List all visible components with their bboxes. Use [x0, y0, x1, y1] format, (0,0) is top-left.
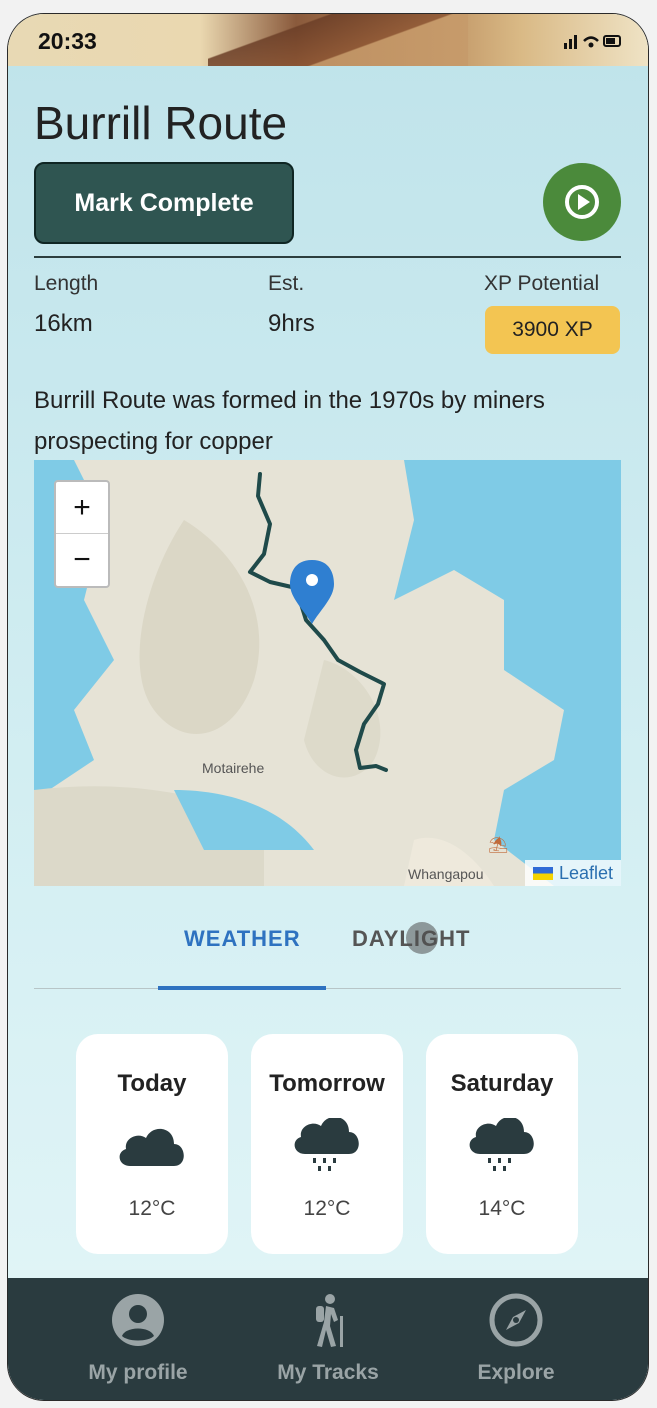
nav-my-tracks[interactable]: My Tracks	[228, 1292, 428, 1385]
weather-card-tomorrow: Tomorrow 12°C	[251, 1034, 403, 1254]
leaflet-link[interactable]: Leaflet	[559, 863, 613, 884]
compass-icon	[489, 1293, 543, 1347]
hiker-icon	[316, 1294, 343, 1347]
weather-day: Today	[117, 1070, 187, 1097]
nav-label: My Tracks	[277, 1361, 379, 1384]
weather-day: Saturday	[450, 1070, 554, 1097]
rain-cloud-icon	[469, 1116, 534, 1171]
status-time: 20:33	[38, 28, 97, 54]
zoom-control: + −	[54, 480, 110, 588]
length-label: Length	[34, 272, 99, 295]
signal-wifi-battery-icon	[564, 35, 621, 49]
est-value: 9hrs	[268, 310, 315, 337]
svg-text:⛱: ⛱	[488, 836, 508, 854]
nav-my-profile[interactable]: My profile	[38, 1292, 238, 1385]
start-route-button[interactable]	[543, 163, 621, 241]
zoom-in-button[interactable]: +	[56, 482, 108, 534]
touch-indicator	[406, 922, 438, 954]
rain-cloud-icon	[294, 1116, 359, 1171]
page-title: Burrill Route	[34, 97, 288, 149]
play-icon	[565, 185, 599, 219]
mark-complete-button[interactable]: Mark Complete	[34, 162, 294, 244]
nav-label: Explore	[477, 1361, 555, 1384]
tab-divider	[34, 988, 621, 989]
est-label: Est.	[268, 272, 305, 295]
weather-day: Tomorrow	[269, 1070, 385, 1097]
weather-temp: 14°C	[478, 1197, 526, 1220]
phone-screen: 20:33 Burrill Route Mark Complete Length…	[8, 14, 648, 1400]
length-value: 16km	[34, 310, 93, 337]
xp-badge: 3900 XP	[485, 306, 620, 354]
status-bar: 20:33	[8, 14, 648, 66]
active-tab-indicator	[158, 986, 326, 990]
route-map[interactable]: ⛱ + − Motairehe Whangapou Leaflet	[34, 460, 621, 886]
tab-bar: WEATHER DAYLIGHT	[34, 922, 621, 996]
divider	[34, 256, 621, 258]
tab-weather[interactable]: WEATHER	[184, 926, 301, 952]
nav-label: My profile	[88, 1361, 188, 1384]
route-description: Burrill Route was formed in the 1970s by…	[34, 387, 545, 455]
bottom-nav: My profile My Tracks Explore	[8, 1278, 648, 1400]
cloud-icon	[119, 1128, 184, 1166]
status-icons	[564, 31, 624, 56]
map-label-whangapoua: Whangapou	[408, 866, 484, 882]
map-label-motairehe: Motairehe	[202, 760, 265, 776]
zoom-out-button[interactable]: −	[56, 534, 108, 585]
weather-card-today: Today 12°C	[76, 1034, 228, 1254]
map-attribution[interactable]: Leaflet	[524, 860, 621, 886]
weather-temp: 12°C	[128, 1197, 176, 1220]
header-background-image	[208, 14, 468, 66]
weather-card-saturday: Saturday 14°C	[426, 1034, 578, 1254]
weather-temp: 12°C	[303, 1197, 351, 1220]
map-tiles: ⛱	[34, 460, 621, 886]
xp-label: XP Potential	[484, 272, 600, 295]
ukraine-flag-icon	[532, 866, 553, 880]
nav-explore[interactable]: Explore	[416, 1292, 616, 1385]
profile-icon	[112, 1294, 164, 1346]
